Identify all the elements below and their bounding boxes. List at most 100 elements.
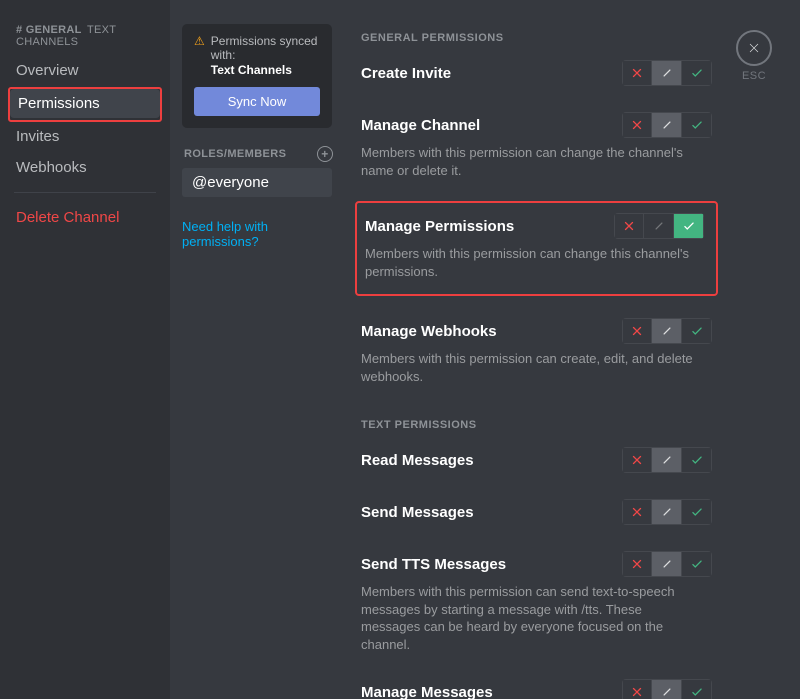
- close-button[interactable]: [736, 30, 772, 66]
- permission-toggle: [622, 499, 712, 525]
- sidebar-header: # GENERAL TEXT CHANNELS: [8, 24, 162, 56]
- roles-header-label: ROLES/MEMBERS: [184, 148, 286, 160]
- check-icon: [690, 324, 704, 338]
- sidebar-item-permissions[interactable]: Permissions: [10, 89, 160, 118]
- sidebar-item-delete-channel[interactable]: Delete Channel: [8, 203, 162, 232]
- passthrough-segment[interactable]: [644, 213, 674, 239]
- permission-row: Send Messages: [361, 499, 712, 525]
- permission-title: Send Messages: [361, 504, 474, 521]
- allow-segment[interactable]: [682, 112, 712, 138]
- sidebar-item-webhooks[interactable]: Webhooks: [8, 153, 162, 182]
- permission-title: Create Invite: [361, 65, 451, 82]
- permission-title: Manage Messages: [361, 684, 493, 699]
- deny-segment[interactable]: [622, 60, 652, 86]
- permissions-help-link[interactable]: Need help with permissions?: [182, 219, 345, 249]
- permission-toggle: [622, 318, 712, 344]
- check-icon: [690, 118, 704, 132]
- x-icon: [630, 505, 644, 519]
- permission-title: Manage Channel: [361, 117, 480, 134]
- deny-segment[interactable]: [614, 213, 644, 239]
- slash-icon: [660, 685, 674, 699]
- permission-toggle: [622, 551, 712, 577]
- slash-icon: [660, 66, 674, 80]
- add-role-button[interactable]: +: [317, 146, 333, 162]
- slash-icon: [660, 505, 674, 519]
- x-icon: [630, 685, 644, 699]
- permission-description: Members with this permission can change …: [365, 245, 704, 280]
- check-icon: [690, 453, 704, 467]
- close-label: ESC: [742, 70, 766, 82]
- slash-icon: [660, 118, 674, 132]
- allow-segment[interactable]: [682, 60, 712, 86]
- sync-card: ⚠ Permissions synced with: Text Channels…: [182, 24, 332, 128]
- allow-segment[interactable]: [682, 679, 712, 699]
- check-icon: [690, 505, 704, 519]
- passthrough-segment[interactable]: [652, 499, 682, 525]
- permission-toggle: [614, 213, 704, 239]
- check-icon: [690, 557, 704, 571]
- permissions-panel: GENERAL PERMISSIONS Create Invite Manage C…: [345, 0, 800, 699]
- sidebar-divider: [14, 192, 156, 193]
- role-everyone[interactable]: @everyone: [182, 168, 332, 197]
- permission-row: Manage Webhooks Members with this permiss…: [361, 318, 712, 385]
- x-icon: [622, 219, 636, 233]
- settings-sidebar: # GENERAL TEXT CHANNELS Overview Permiss…: [0, 0, 170, 699]
- permission-toggle: [622, 679, 712, 699]
- permission-toggle: [622, 447, 712, 473]
- section-header: TEXT PERMISSIONS: [361, 419, 712, 431]
- permission-title: Manage Permissions: [365, 218, 514, 235]
- allow-segment[interactable]: [682, 318, 712, 344]
- allow-segment[interactable]: [682, 551, 712, 577]
- check-icon: [690, 66, 704, 80]
- permission-row: Send TTS Messages Members with this permi…: [361, 551, 712, 653]
- check-icon: [682, 219, 696, 233]
- permission-row: Manage MessagesMembers with this permiss…: [361, 679, 712, 699]
- permission-title: Read Messages: [361, 452, 474, 469]
- passthrough-segment[interactable]: [652, 60, 682, 86]
- permission-row: Create Invite: [361, 60, 712, 86]
- deny-segment[interactable]: [622, 499, 652, 525]
- slash-icon: [652, 219, 666, 233]
- permission-toggle: [622, 60, 712, 86]
- permission-description: Members with this permission can change …: [361, 144, 701, 179]
- permission-row: Read Messages: [361, 447, 712, 473]
- x-icon: [630, 118, 644, 132]
- passthrough-segment[interactable]: [652, 551, 682, 577]
- allow-segment[interactable]: [682, 447, 712, 473]
- permission-title: Send TTS Messages: [361, 556, 506, 573]
- deny-segment[interactable]: [622, 318, 652, 344]
- permission-description: Members with this permission can create,…: [361, 350, 701, 385]
- close-icon: [746, 40, 762, 56]
- permission-toggle: [622, 112, 712, 138]
- permission-title: Manage Webhooks: [361, 323, 497, 340]
- sidebar-item-invites[interactable]: Invites: [8, 122, 162, 151]
- sidebar-item-overview[interactable]: Overview: [8, 56, 162, 85]
- permission-description: Members with this permission can send te…: [361, 583, 701, 653]
- allow-segment[interactable]: [674, 213, 704, 239]
- permission-row: Manage Channel Members with this permissi…: [361, 112, 712, 179]
- highlighted-permission: Manage Permissions Members with this perm…: [355, 201, 718, 296]
- deny-segment[interactable]: [622, 551, 652, 577]
- x-icon: [630, 557, 644, 571]
- permission-row: Manage Permissions Members with this perm…: [365, 213, 704, 280]
- slash-icon: [660, 453, 674, 467]
- sync-now-button[interactable]: Sync Now: [194, 87, 320, 116]
- section-header: GENERAL PERMISSIONS: [361, 32, 712, 44]
- allow-segment[interactable]: [682, 499, 712, 525]
- x-icon: [630, 324, 644, 338]
- passthrough-segment[interactable]: [652, 447, 682, 473]
- check-icon: [690, 685, 704, 699]
- passthrough-segment[interactable]: [652, 679, 682, 699]
- deny-segment[interactable]: [622, 112, 652, 138]
- x-icon: [630, 66, 644, 80]
- sync-text-line1: Permissions synced with:: [211, 34, 318, 62]
- deny-segment[interactable]: [622, 679, 652, 699]
- passthrough-segment[interactable]: [652, 318, 682, 344]
- sync-text-line2: Text Channels: [211, 63, 320, 77]
- roles-column: ⚠ Permissions synced with: Text Channels…: [170, 0, 345, 699]
- slash-icon: [660, 324, 674, 338]
- slash-icon: [660, 557, 674, 571]
- deny-segment[interactable]: [622, 447, 652, 473]
- passthrough-segment[interactable]: [652, 112, 682, 138]
- alert-icon: ⚠: [194, 34, 205, 50]
